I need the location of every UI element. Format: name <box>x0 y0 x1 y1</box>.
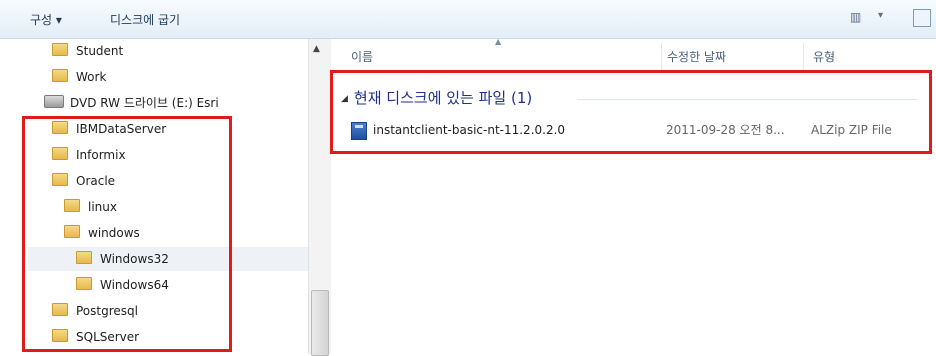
nav-item-label: Work <box>76 70 107 84</box>
nav-item-work[interactable]: Work <box>52 65 106 89</box>
highlight-box-files <box>330 70 932 154</box>
column-header-name[interactable]: 이름 <box>351 47 373 67</box>
column-header-date[interactable]: 수정한 날짜 <box>667 47 726 67</box>
scroll-up-arrow-icon[interactable]: ▲ <box>313 44 320 54</box>
column-header-type[interactable]: 유형 <box>813 47 835 67</box>
view-options-dropdown-icon[interactable]: ▾ <box>878 10 883 21</box>
folder-icon <box>52 69 68 82</box>
column-divider[interactable] <box>661 43 662 71</box>
column-divider[interactable] <box>803 43 804 71</box>
nav-item-label: DVD RW 드라이브 (E:) Esri <box>70 96 219 110</box>
nav-item-dvd-drive[interactable]: DVD RW 드라이브 (E:) Esri <box>44 91 219 115</box>
preview-pane-icon[interactable] <box>913 9 931 27</box>
organize-button[interactable]: 구성 ▾ <box>30 11 62 28</box>
view-options-icon[interactable]: ▥ <box>850 10 864 24</box>
scroll-thumb[interactable] <box>311 290 329 356</box>
burn-to-disc-button[interactable]: 디스크에 굽기 <box>110 11 180 28</box>
sort-ascending-icon: ▲ <box>495 37 502 46</box>
nav-item-label: Student <box>76 44 124 58</box>
folder-icon <box>52 43 68 56</box>
nav-item-student[interactable]: Student <box>52 39 123 63</box>
dvd-drive-icon <box>44 95 64 108</box>
highlight-box-nav <box>22 116 232 352</box>
command-bar: 구성 ▾ 디스크에 굽기 ▥ ▾ <box>0 0 936 39</box>
